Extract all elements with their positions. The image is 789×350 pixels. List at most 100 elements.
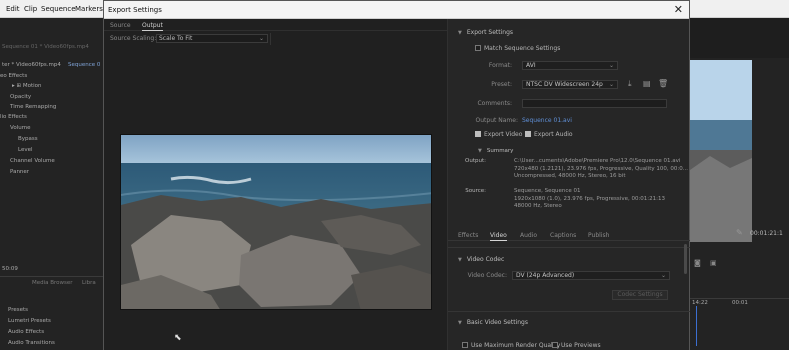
summary-output-line: C:\User...cuments\Adobe\Premiere Pro\12.… <box>514 158 681 164</box>
bg-lumetri-presets[interactable]: Lumetri Presets <box>8 318 51 328</box>
tab-publish[interactable]: Publish <box>588 232 609 239</box>
tab-video[interactable]: Video <box>490 232 507 241</box>
checkbox-checked-icon <box>525 131 531 137</box>
bg-timecode: 50:09 <box>2 266 18 272</box>
bg-motion[interactable]: ▸ ⊞ Motion <box>12 83 42 93</box>
menu-sequence[interactable]: Sequence <box>41 5 76 13</box>
basic-video-settings-section[interactable]: ▼ Basic Video Settings <box>458 319 528 326</box>
export-audio-label: Export Audio <box>534 131 573 138</box>
summary-source: Source: Sequence, Sequence 01 1920x1080 … <box>456 188 686 212</box>
use-previews-label: Use Previews <box>561 342 601 349</box>
codec-settings-button[interactable]: Codec Settings <box>612 290 668 300</box>
close-icon[interactable]: ✕ <box>674 3 683 16</box>
bg-presets[interactable]: Presets <box>8 307 28 317</box>
menu-edit[interactable]: Edit <box>6 5 20 13</box>
tab-source[interactable]: Source <box>110 22 131 29</box>
chevron-down-icon: ▼ <box>478 148 482 154</box>
menu-clip[interactable]: Clip <box>24 5 37 13</box>
bg-media-browser-tab[interactable]: Media Browser <box>32 280 73 290</box>
camera-icon[interactable]: ◙ <box>694 259 701 267</box>
motion-icon: ▸ ⊞ <box>12 83 23 89</box>
settings-subtabs: Effects Video Audio Captions Publish <box>448 229 690 241</box>
tab-captions[interactable]: Captions <box>550 232 576 239</box>
tab-effects[interactable]: Effects <box>458 232 478 239</box>
use-max-render-label: Use Maximum Render Quality <box>471 342 561 349</box>
bg-timeline-divider <box>690 298 789 299</box>
toolbar-divider <box>270 33 271 45</box>
source-scaling-select[interactable]: Scale To Fit ⌄ <box>156 34 268 43</box>
settings-pane: ▼ Export Settings Match Sequence Settings… <box>447 19 690 350</box>
use-max-render-checkbox[interactable]: Use Maximum Render Quality <box>462 342 560 349</box>
bg-opacity[interactable]: Opacity <box>10 94 31 104</box>
summary-section[interactable]: ▼ Summary <box>478 148 513 154</box>
import-preset-icon[interactable]: ▤ <box>643 79 651 88</box>
chevron-down-icon: ⌄ <box>660 272 666 279</box>
export-frame-icon[interactable]: ▣ <box>710 259 717 267</box>
wrench-icon[interactable]: ✎ <box>736 228 743 237</box>
settings-footer: Use Maximum Render Quality Use Previews <box>448 342 690 350</box>
source-scaling-value: Scale To Fit <box>159 35 193 42</box>
match-sequence-checkbox[interactable]: Match Sequence Settings <box>475 45 560 52</box>
bg-audio-effects-folder[interactable]: Audio Effects <box>8 329 44 339</box>
settings-scrollbar[interactable] <box>684 244 687 274</box>
comments-label: Comments: <box>477 100 512 107</box>
use-previews-checkbox[interactable]: Use Previews <box>552 342 601 349</box>
bg-timeline-time-b: 00:01 <box>732 300 748 306</box>
tab-output[interactable]: Output <box>142 22 163 31</box>
summary-source-line: Sequence, Sequence 01 <box>514 188 581 194</box>
format-select[interactable]: AVI ⌄ <box>522 61 618 70</box>
background-program-monitor: 00:01:21:1 ✎ ◙ ▣ 14:22 00:01 <box>690 18 789 350</box>
basic-video-settings-header: Basic Video Settings <box>466 319 528 326</box>
video-codec-header: Video Codec <box>466 256 505 263</box>
background-effect-controls-panel: Sequence 01 * Video60fps.mp4 ter * Video… <box>0 18 103 350</box>
bg-panner[interactable]: Panner <box>10 169 29 179</box>
export-settings-dialog: Export Settings ✕ Source Output Source S… <box>103 0 690 350</box>
checkbox-icon <box>475 45 481 51</box>
comments-input[interactable] <box>522 99 667 108</box>
export-settings-section[interactable]: ▼ Export Settings <box>458 29 513 36</box>
bg-program-thumbnail <box>690 60 752 242</box>
preview-tabs: Source Output <box>104 19 447 31</box>
bg-video-effects: eo Effects <box>0 73 28 79</box>
video-codec-select[interactable]: DV (24p Advanced) ⌄ <box>512 271 670 280</box>
output-name-link[interactable]: Sequence 01.avi <box>522 117 572 124</box>
summary-source-line: 1920x1080 (1.0), 23.976 fps, Progressive… <box>514 195 666 202</box>
dialog-titlebar[interactable]: Export Settings ✕ <box>104 1 689 19</box>
bg-audio-effects: lio Effects <box>0 114 27 120</box>
save-preset-icon[interactable]: ⤓ <box>628 79 632 89</box>
bg-playhead[interactable] <box>696 306 697 346</box>
video-preview <box>120 134 432 310</box>
chevron-down-icon: ▼ <box>458 30 462 36</box>
chevron-down-icon: ▼ <box>458 257 462 263</box>
format-value: AVI <box>526 62 536 69</box>
preset-select[interactable]: NTSC DV Widescreen 24p ⌄ <box>522 80 618 89</box>
export-video-label: Export Video <box>484 131 523 138</box>
bg-timeline-time-a: 14:22 <box>692 300 708 306</box>
section-divider <box>448 311 690 312</box>
video-codec-value: DV (24p Advanced) <box>516 272 575 279</box>
bg-channel-volume[interactable]: Channel Volume <box>10 158 55 168</box>
bg-libraries-tab[interactable]: Libra <box>82 280 96 290</box>
checkbox-checked-icon <box>475 131 481 137</box>
bg-clip-name[interactable]: ter * Video60fps.mp4 <box>2 62 61 72</box>
summary-output-key: Output: <box>465 158 486 164</box>
bg-audio-transitions[interactable]: Audio Transitions <box>8 340 55 350</box>
video-codec-label: Video Codec: <box>467 272 507 279</box>
checkbox-icon <box>462 342 468 348</box>
chevron-down-icon: ⌄ <box>608 81 614 88</box>
tab-audio[interactable]: Audio <box>520 232 537 239</box>
export-video-checkbox[interactable]: Export Video <box>475 131 522 138</box>
menu-markers[interactable]: Markers <box>75 5 103 13</box>
bg-level[interactable]: Level <box>18 147 33 157</box>
bg-bypass[interactable]: Bypass <box>18 136 38 146</box>
bg-divider <box>0 276 103 277</box>
video-codec-section[interactable]: ▼ Video Codec <box>458 256 504 263</box>
summary-output: Output: C:\User...cuments\Adobe\Premiere… <box>456 158 688 182</box>
preset-label: Preset: <box>491 81 512 88</box>
delete-preset-icon[interactable]: 🗑 <box>658 79 668 88</box>
bg-sequence-link[interactable]: Sequence 0 <box>68 62 100 72</box>
preview-pane: Source Output Source Scaling: Scale To F… <box>104 19 447 350</box>
export-audio-checkbox[interactable]: Export Audio <box>525 131 573 138</box>
bg-time-remapping[interactable]: Time Remapping <box>10 104 56 114</box>
bg-volume[interactable]: Volume <box>10 125 30 135</box>
